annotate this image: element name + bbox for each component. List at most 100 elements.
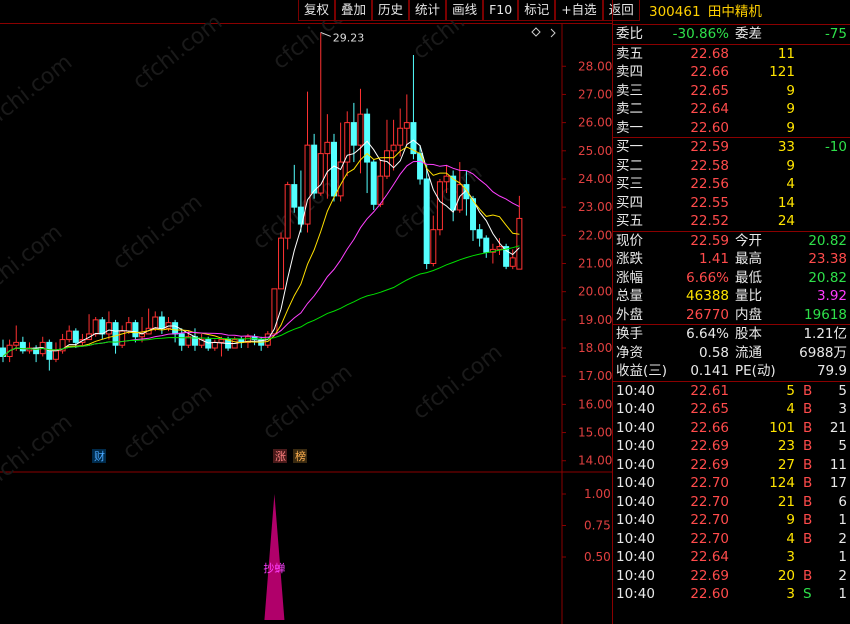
tick-time: 10:40	[616, 530, 655, 547]
tick-row: 10:40 22.70 21 B 6	[613, 493, 850, 512]
tick-row: 10:40 22.69 20 B 2	[613, 567, 850, 586]
net-assets: 0.58	[698, 344, 729, 361]
tick-price: 22.69	[690, 438, 729, 454]
tick-count: 1	[838, 586, 847, 602]
candle-body	[476, 229, 483, 239]
tick-time: 10:40	[616, 586, 655, 602]
candle-body	[158, 316, 165, 329]
tick-count: 1	[838, 512, 847, 528]
tick-time: 10:40	[616, 438, 655, 454]
buy-row: 买一 22.59 33 -10	[613, 138, 850, 157]
candle-body	[357, 113, 364, 146]
tick-count: 21	[829, 419, 847, 436]
mark-button[interactable]: 标记	[518, 0, 556, 21]
candle-body	[218, 339, 225, 343]
tick-volume: 5	[786, 382, 795, 399]
statistics-button[interactable]: 统计	[409, 0, 447, 21]
tick-row: 10:40 22.66 101 B 21	[613, 419, 850, 438]
candle-body	[105, 322, 112, 335]
tick-side: B	[803, 475, 813, 491]
finance-label: 收益(三)	[616, 363, 668, 379]
price-change: 1.41	[698, 251, 729, 267]
quote-row: 涨幅 6.66% 最低 20.82	[613, 269, 850, 288]
tick-time: 10:40	[616, 419, 655, 436]
stock-header: 300461 田中精机	[613, 0, 850, 25]
candle-body	[397, 127, 404, 146]
price-axis-label: 27.00	[578, 87, 612, 101]
buy-row: 买二 22.58 9	[613, 157, 850, 176]
watermark-text: cfchi.com	[0, 50, 77, 135]
finance-label: 净资	[616, 344, 643, 361]
tick-count: 2	[838, 530, 847, 547]
sell-volume: 9	[786, 119, 795, 136]
sell-price: 22.60	[690, 119, 729, 136]
tick-row: 10:40 22.70 4 B 2	[613, 530, 850, 549]
watermark-text: cfchi.com	[258, 360, 357, 445]
quote-stats: 现价 22.59 今开 20.82 涨跌 1.41 最高 23.38 涨幅 6.66% 最低 20…	[613, 232, 850, 325]
buy-price: 22.59	[690, 139, 729, 155]
tick-side: B	[803, 456, 813, 473]
candle-body	[350, 122, 357, 146]
tick-row: 10:40 22.65 4 B 3	[613, 400, 850, 419]
candle-body	[311, 144, 318, 194]
turnover-rate: 6.64%	[686, 326, 729, 342]
candle-body	[430, 229, 437, 264]
sell-price: 22.64	[690, 101, 729, 117]
tick-price: 22.70	[690, 530, 729, 547]
tick-time: 10:40	[616, 401, 655, 417]
quote-label: 今开	[735, 232, 762, 249]
quote-label: 内盘	[735, 306, 762, 323]
tick-price: 22.69	[690, 567, 729, 584]
history-button[interactable]: 历史	[372, 0, 410, 21]
tick-count: 3	[838, 401, 847, 417]
chart-toolbar: 复权 叠加 历史 统计 画线 F10 标记 +自选 返回	[298, 0, 640, 22]
sell-price: 22.65	[690, 82, 729, 99]
restore-rights-button[interactable]: 复权	[298, 0, 336, 21]
tick-volume: 3	[786, 586, 795, 602]
tick-time: 10:40	[616, 493, 655, 510]
order-ratio-label: 委比	[616, 26, 643, 42]
tick-volume: 20	[777, 567, 795, 584]
draw-line-button[interactable]: 画线	[446, 0, 484, 21]
sell-volume: 121	[769, 64, 795, 80]
price-axis-label: 18.00	[578, 341, 612, 355]
candle-body	[436, 181, 443, 231]
order-ratio-row: 委比 -30.86% 委差 -75	[613, 25, 850, 45]
tick-volume: 9	[786, 512, 795, 528]
indicator-spike	[264, 494, 285, 620]
order-diff-label: 委差	[735, 26, 762, 42]
kline-chart-area[interactable]: cfchi.com cfchi.com cfchi.com cfchi.com cfch…	[0, 0, 640, 624]
candle-body	[66, 330, 73, 341]
candle-body	[443, 175, 450, 183]
overlay-button[interactable]: 叠加	[335, 0, 373, 21]
buy-volume: 14	[777, 194, 795, 211]
f10-button[interactable]: F10	[483, 0, 519, 21]
sell-row: 卖一 22.60 9	[613, 119, 850, 138]
high-price: 23.38	[808, 251, 847, 267]
candle-body	[403, 122, 410, 129]
indicator-spike-label: 抄蝉	[263, 561, 285, 575]
tick-price: 22.70	[690, 493, 729, 510]
candle-body	[324, 141, 331, 155]
tick-side: B	[803, 493, 813, 510]
tick-row: 10:40 22.60 3 S 1	[613, 585, 850, 604]
quote-row: 涨跌 1.41 最高 23.38	[613, 250, 850, 269]
tick-count: 17	[829, 475, 847, 491]
tick-price: 22.64	[690, 549, 729, 565]
quote-label: 最高	[735, 251, 762, 267]
quote-panel: 300461 田中精机 委比 -30.86% 委差 -75 卖五 22.68 11 …	[612, 0, 850, 624]
buy-volume: 4	[786, 176, 795, 192]
price-axis-label: 20.00	[578, 285, 612, 299]
buy-price: 22.52	[690, 213, 729, 229]
watermark-text: cfchi.com	[108, 190, 207, 275]
candle-body	[483, 237, 490, 253]
kline-chart[interactable]: cfchi.com cfchi.com cfchi.com cfchi.com cfch…	[0, 0, 612, 624]
order-diff-value: -75	[824, 26, 847, 42]
add-watchlist-button[interactable]: +自选	[555, 0, 603, 21]
finance-label: PE(动)	[735, 363, 776, 379]
candle-body	[211, 341, 218, 349]
sell-volume: 9	[786, 101, 795, 117]
tick-list[interactable]: 10:40 22.61 5 B 5 10:40 22.65 4 B 3 10:40 22.66 101 B…	[613, 382, 850, 604]
finance-label: 流通	[735, 344, 762, 361]
tick-volume: 124	[769, 475, 795, 491]
